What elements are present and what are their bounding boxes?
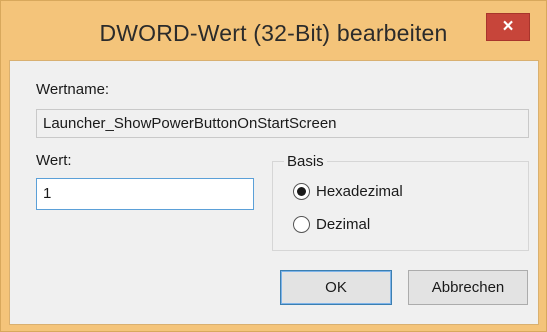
cancel-button[interactable]: Abbrechen [408, 270, 528, 305]
radio-hexadecimal-label: Hexadezimal [316, 183, 403, 200]
basis-group: Basis Hexadezimal Dezimal [272, 153, 529, 251]
radio-hexadecimal[interactable]: Hexadezimal [293, 183, 403, 200]
value-data-label: Wert: [36, 152, 72, 169]
radio-hexadecimal-indicator[interactable] [293, 183, 310, 200]
value-name-field: Launcher_ShowPowerButtonOnStartScreen [36, 109, 529, 138]
close-button[interactable]: × [486, 13, 530, 41]
basis-legend: Basis [284, 153, 327, 170]
dword-edit-dialog: DWORD-Wert (32-Bit) bearbeiten × Wertnam… [0, 0, 547, 332]
radio-decimal[interactable]: Dezimal [293, 216, 370, 233]
value-name-label: Wertname: [36, 81, 110, 98]
radio-decimal-indicator[interactable] [293, 216, 310, 233]
close-icon: × [502, 16, 514, 37]
value-data-input[interactable]: 1 [36, 178, 254, 210]
radio-decimal-label: Dezimal [316, 216, 371, 233]
title-bar[interactable]: DWORD-Wert (32-Bit) bearbeiten × [1, 1, 546, 59]
dialog-title: DWORD-Wert (32-Bit) bearbeiten [99, 20, 448, 46]
dialog-body: Wertname: Launcher_ShowPowerButtonOnStar… [9, 60, 539, 325]
ok-button[interactable]: OK [280, 270, 392, 305]
